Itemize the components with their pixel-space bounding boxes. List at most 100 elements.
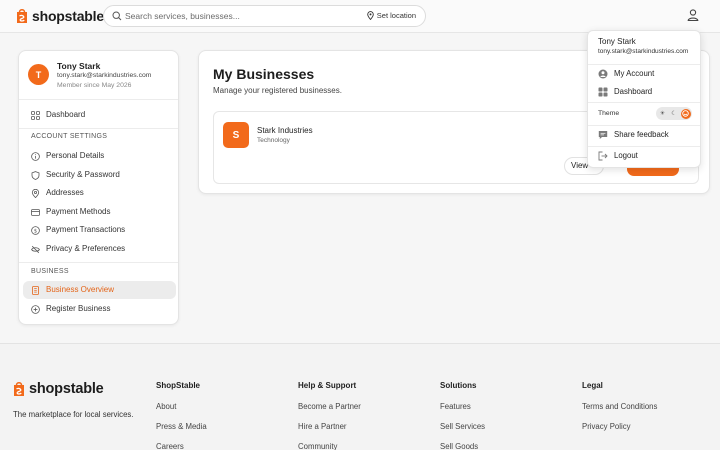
dark-theme-moon-icon[interactable]: ☾ [669, 109, 679, 119]
account-sidebar: T Tony Stark tony.stark@starkindustries.… [18, 50, 179, 325]
sidebar-item-payment-methods[interactable]: Payment Methods [23, 203, 176, 221]
sidebar-item-label: Dashboard [46, 110, 86, 119]
menu-item-label: Dashboard [614, 87, 653, 96]
footer-brand-name: shopstable [29, 381, 104, 397]
shopping-bag-logo-icon [17, 9, 27, 23]
footer-link-become-partner[interactable]: Become a Partner [298, 402, 361, 422]
divider [588, 102, 700, 103]
footer-column-shopstable: ShopStable About Press & Media Careers [156, 381, 207, 450]
search-bar[interactable]: Search services, businesses... Set locat… [103, 5, 426, 27]
theme-label: Theme [598, 110, 620, 117]
credit-card-icon [31, 209, 40, 216]
shield-icon [31, 171, 40, 180]
eye-off-icon [31, 245, 40, 254]
user-menu-icon[interactable] [686, 8, 700, 22]
menu-item-label: My Account [614, 69, 655, 78]
map-pin-icon [367, 11, 374, 20]
footer-column-legal: Legal Terms and Conditions Privacy Polic… [582, 381, 657, 442]
grid-icon [598, 87, 608, 97]
menu-item-label: Logout [614, 151, 638, 160]
search-icon [112, 11, 122, 21]
sidebar-item-label: Addresses [46, 188, 84, 197]
sidebar-item-addresses[interactable]: Addresses [23, 184, 176, 202]
shopping-bag-logo-icon [14, 382, 24, 396]
building-icon [32, 286, 39, 295]
business-avatar: S [223, 122, 249, 148]
set-location-button[interactable]: Set location [367, 11, 416, 20]
divider [588, 64, 700, 65]
sidebar-item-label: Business Overview [46, 285, 115, 294]
sidebar-item-label: Security & Password [46, 170, 120, 179]
theme-switcher: ☀ ☾ [656, 107, 692, 120]
footer-brand-logo[interactable]: shopstable [13, 381, 104, 397]
business-name: Stark Industries [257, 126, 313, 135]
footer-link-hire-partner[interactable]: Hire a Partner [298, 422, 361, 442]
svg-text:$: $ [34, 228, 37, 234]
footer-link-careers[interactable]: Careers [156, 442, 207, 450]
footer-link-sell-services[interactable]: Sell Services [440, 422, 485, 442]
footer-column-help: Help & Support Become a Partner Hire a P… [298, 381, 361, 450]
sidebar-item-label: Payment Transactions [46, 225, 126, 234]
user-name: Tony Stark [57, 61, 101, 71]
sidebar-item-payment-transactions[interactable]: $ Payment Transactions [23, 221, 176, 239]
top-header: shopstable Search services, businesses..… [0, 0, 720, 33]
footer-link-community[interactable]: Community [298, 442, 361, 450]
map-pin-icon [31, 189, 40, 198]
dollar-circle-icon: $ [31, 226, 40, 235]
brand-name: shopstable [32, 8, 104, 24]
user-email: tony.stark@starkindustries.com [57, 72, 152, 79]
divider [19, 262, 178, 263]
business-category: Technology [257, 137, 290, 144]
footer-link-about[interactable]: About [156, 402, 207, 422]
sidebar-item-dashboard[interactable]: Dashboard [23, 106, 176, 124]
sidebar-item-label: Payment Methods [46, 207, 111, 216]
footer-column-title: Solutions [440, 381, 477, 390]
footer-column-title: ShopStable [156, 381, 201, 390]
light-theme-sun-icon[interactable]: ☀ [658, 109, 668, 119]
search-input[interactable]: Search services, businesses... [125, 11, 240, 21]
sidebar-item-label: Register Business [46, 304, 111, 313]
sidebar-item-label: Privacy & Preferences [46, 244, 126, 253]
footer-link-privacy[interactable]: Privacy Policy [582, 422, 657, 442]
sidebar-item-label: Personal Details [46, 151, 105, 160]
page-title: My Businesses [213, 66, 315, 82]
divider [19, 128, 178, 129]
divider [588, 125, 700, 126]
sidebar-item-business-overview[interactable]: Business Overview [23, 281, 176, 299]
menu-item-label: Share feedback [614, 130, 669, 139]
grid-icon [31, 111, 40, 120]
footer-column-title: Help & Support [298, 381, 357, 390]
menu-user-email: tony.stark@starkindustries.com [598, 48, 689, 55]
account-settings-heading: ACCOUNT SETTINGS [31, 133, 108, 140]
logout-icon [598, 151, 608, 161]
footer-link-press[interactable]: Press & Media [156, 422, 207, 442]
user-dropdown-menu: Tony Stark tony.stark@starkindustries.co… [587, 30, 701, 168]
set-location-label: Set location [376, 11, 416, 20]
footer-link-features[interactable]: Features [440, 402, 485, 422]
menu-item-logout[interactable]: Logout [588, 148, 700, 164]
user-circle-icon [598, 69, 608, 79]
menu-item-share-feedback[interactable]: Share feedback [588, 127, 700, 143]
divider [19, 99, 178, 100]
sidebar-item-register-business[interactable]: Register Business [23, 300, 176, 318]
page-subtitle: Manage your registered businesses. [213, 86, 342, 95]
chat-bubble-icon [598, 131, 608, 139]
site-footer: shopstable The marketplace for local ser… [0, 343, 720, 450]
avatar: T [28, 64, 49, 85]
menu-item-dashboard[interactable]: Dashboard [588, 84, 700, 100]
member-since: Member since May 2026 [57, 82, 132, 89]
system-theme-icon[interactable] [680, 108, 691, 119]
footer-link-sell-goods[interactable]: Sell Goods [440, 442, 485, 450]
footer-column-title: Legal [582, 381, 603, 390]
menu-user-name: Tony Stark [598, 37, 636, 46]
sidebar-item-privacy[interactable]: Privacy & Preferences [23, 240, 176, 258]
info-icon [31, 152, 40, 161]
footer-column-solutions: Solutions Features Sell Services Sell Go… [440, 381, 485, 450]
sidebar-item-security[interactable]: Security & Password [23, 166, 176, 184]
business-heading: BUSINESS [31, 268, 69, 275]
footer-link-terms[interactable]: Terms and Conditions [582, 402, 657, 422]
menu-item-my-account[interactable]: My Account [588, 66, 700, 82]
sidebar-item-personal-details[interactable]: Personal Details [23, 147, 176, 165]
brand-logo[interactable]: shopstable [16, 8, 104, 24]
plus-circle-icon [31, 305, 40, 314]
